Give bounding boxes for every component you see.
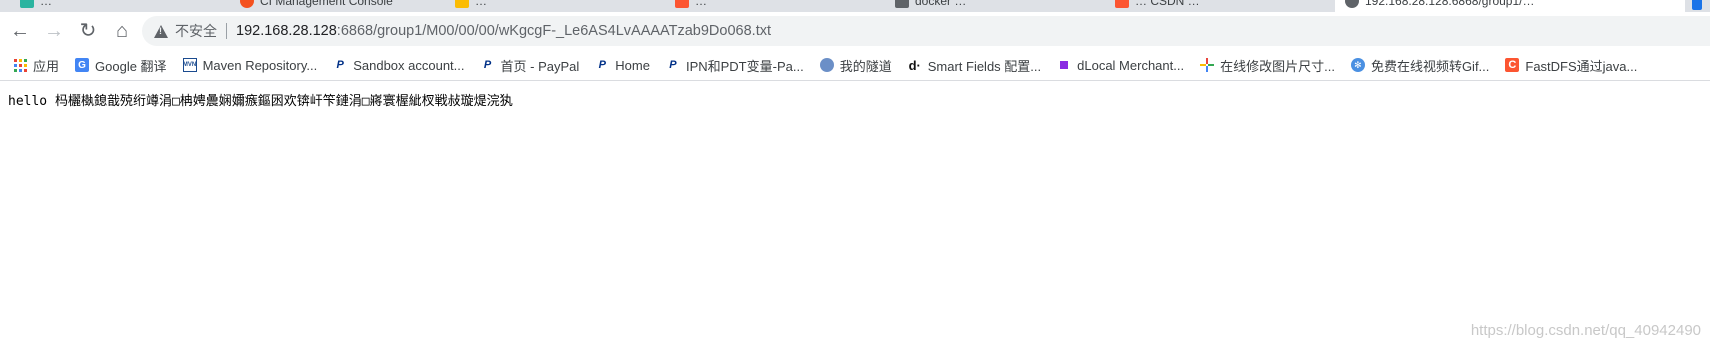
browser-tab[interactable]: … xyxy=(675,0,707,12)
watermark-text: https://blog.csdn.net/qq_40942490 xyxy=(1470,322,1701,339)
url-host[interactable]: 192.168.28.128 xyxy=(236,23,337,39)
bookmark-resize-image[interactable]: 在线修改图片尺寸... xyxy=(1194,53,1341,77)
tab-favicon-icon xyxy=(455,0,469,8)
tab-favicon-icon xyxy=(675,0,689,8)
bookmark-label: 首页 - PayPal xyxy=(500,58,580,74)
bookmark-maven-repository[interactable]: MVN Maven Repository... xyxy=(177,53,324,77)
bookmark-label: 我的隧道 xyxy=(839,58,892,74)
omnibox-divider xyxy=(226,23,227,39)
bookmark-video-to-gif[interactable]: ✻ 免费在线视频转Gif... xyxy=(1345,53,1495,77)
bookmark-label: IPN和PDT变量-Pa... xyxy=(685,58,804,74)
browser-tab[interactable]: docker … xyxy=(895,0,966,12)
paypal-icon: P xyxy=(336,59,344,71)
forward-button[interactable]: → xyxy=(40,17,68,45)
home-button[interactable]: ⌂ xyxy=(108,17,136,45)
tab-favicon-icon xyxy=(895,0,909,8)
bookmark-dlocal-merchant[interactable]: dLocal Merchant... xyxy=(1051,53,1190,77)
browser-tab[interactable]: CI Management Console xyxy=(240,0,393,12)
tab-favicon-icon xyxy=(1115,0,1129,8)
paypal-icon: P xyxy=(669,59,677,71)
browser-tab[interactable]: … CSDN … xyxy=(1115,0,1200,12)
bookmark-label: Smart Fields 配置... xyxy=(927,58,1042,74)
reload-icon: ↻ xyxy=(79,20,97,42)
tab-title: … CSDN … xyxy=(1135,0,1200,8)
bookmark-paypal-home[interactable]: P 首页 - PayPal xyxy=(475,53,586,77)
new-tab-button[interactable] xyxy=(1692,0,1702,10)
bookmark-label: Sandbox account... xyxy=(353,57,465,73)
paypal-icon: P xyxy=(598,59,606,71)
pinwheel-icon xyxy=(1200,58,1215,72)
tab-title: … xyxy=(40,0,52,8)
bookmark-label: Google 翻译 xyxy=(95,58,167,74)
bookmark-my-tunnel[interactable]: 我的隧道 xyxy=(814,53,898,77)
bookmark-label: FastDFS通过java... xyxy=(1525,58,1638,74)
tab-title: 192.168.28.128:6868/group1/… xyxy=(1365,0,1535,8)
bookmark-home[interactable]: P Home xyxy=(589,53,656,77)
not-secure-warning-icon[interactable] xyxy=(154,24,168,38)
not-secure-label[interactable]: 不安全 xyxy=(175,21,217,41)
bookmark-google-translate[interactable]: G Google 翻译 xyxy=(69,53,173,77)
bookmark-label: 免费在线视频转Gif... xyxy=(1370,58,1490,74)
bookmark-ipn-pdt[interactable]: P IPN和PDT变量-Pa... xyxy=(660,53,810,77)
bookmark-apps[interactable]: 应用 xyxy=(7,53,65,77)
csdn-icon: C xyxy=(1505,58,1520,72)
back-arrow-icon: ← xyxy=(10,20,30,42)
bookmarks-bar: 应用 G Google 翻译 MVN Maven Repository... P… xyxy=(0,50,1710,81)
bookmark-fastdfs-java[interactable]: C FastDFS通过java... xyxy=(1499,53,1643,77)
tab-title: docker … xyxy=(915,0,967,8)
tab-title: … xyxy=(475,0,487,8)
tab-favicon-icon xyxy=(20,0,34,8)
tab-favicon-icon xyxy=(1345,0,1359,8)
maven-icon: MVN xyxy=(182,58,197,72)
address-bar[interactable]: 不安全 192.168.28.128:6868/group1/M00/00/00… xyxy=(142,16,1710,46)
bookmark-label: Maven Repository... xyxy=(202,57,318,73)
browser-tab[interactable]: … xyxy=(20,0,52,12)
tab-title: CI Management Console xyxy=(260,0,393,8)
bookmark-label: 应用 xyxy=(33,58,60,74)
fan-icon: ✻ xyxy=(1350,58,1365,72)
google-translate-icon: G xyxy=(75,58,90,72)
apps-grid-icon xyxy=(13,58,27,72)
bookmark-label: Home xyxy=(615,57,650,73)
bookmark-smart-fields[interactable]: d· Smart Fields 配置... xyxy=(902,53,1047,77)
paypal-icon: P xyxy=(483,59,492,71)
tab-title: … xyxy=(695,0,707,8)
dlocal-icon: d· xyxy=(908,57,921,73)
page-content: hello 杩欐槸鎴戠殑绗竴涓□柟娉曟娴嬭瘯鏂囦欢锛屽笇鏈涓□嶈寰楃紪杈戦敊璇煶… xyxy=(0,81,1710,349)
browser-tab[interactable]: … xyxy=(455,0,487,12)
forward-arrow-icon: → xyxy=(44,20,64,42)
tab-favicon-icon xyxy=(240,0,254,8)
dlocal-square-icon xyxy=(1057,58,1071,72)
browser-toolbar: ← → ↻ ⌂ 不安全 192.168.28.128:6868/group1/M… xyxy=(0,12,1710,50)
tab-strip: … CI Management Console … … docker … … C… xyxy=(0,0,1710,12)
plain-text-file-content: hello 杩欐槸鎴戠殑绗竴涓□柟娉曟娴嬭瘯鏂囦欢锛屽笇鏈涓□嶈寰楃紪杈戦敊璇煶… xyxy=(8,94,513,109)
bookmark-label: 在线修改图片尺寸... xyxy=(1220,58,1335,74)
bookmark-label: dLocal Merchant... xyxy=(1077,57,1185,73)
globe-icon xyxy=(819,58,834,72)
browser-tab-active[interactable]: 192.168.28.128:6868/group1/… xyxy=(1335,0,1685,12)
reload-button[interactable]: ↻ xyxy=(74,17,102,45)
url-path[interactable]: :6868/group1/M00/00/00/wKgcgF-_Le6AS4LvA… xyxy=(337,23,771,39)
bookmark-sandbox-account[interactable]: P Sandbox account... xyxy=(327,53,470,77)
back-button[interactable]: ← xyxy=(6,17,34,45)
home-icon: ⌂ xyxy=(115,20,129,42)
